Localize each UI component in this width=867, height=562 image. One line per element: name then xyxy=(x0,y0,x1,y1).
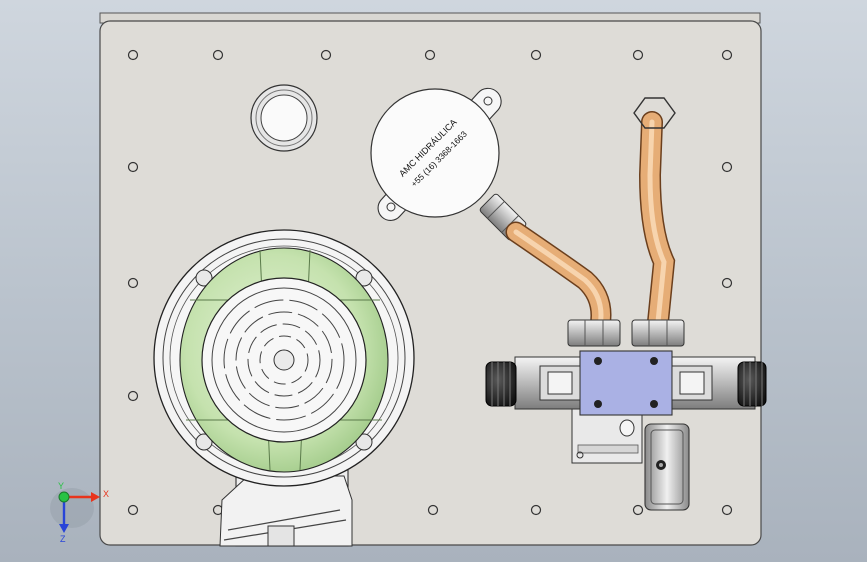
pressure-gauge[interactable] xyxy=(644,423,690,511)
cad-viewport[interactable]: AMC HIDRÁULICA +55 (16) 3368-1663 X Y Z xyxy=(0,0,867,562)
solenoid-knob-right[interactable] xyxy=(737,361,767,407)
motor-fan-cover[interactable] xyxy=(201,277,367,443)
solenoid-knob-left[interactable] xyxy=(485,361,517,407)
y-axis-dot xyxy=(58,491,70,503)
y-axis-label: Y xyxy=(58,481,64,491)
filler-cap[interactable] xyxy=(250,84,318,152)
z-axis-label: Z xyxy=(60,534,66,544)
x-axis-label: X xyxy=(103,489,109,499)
directional-valve[interactable] xyxy=(514,350,756,416)
